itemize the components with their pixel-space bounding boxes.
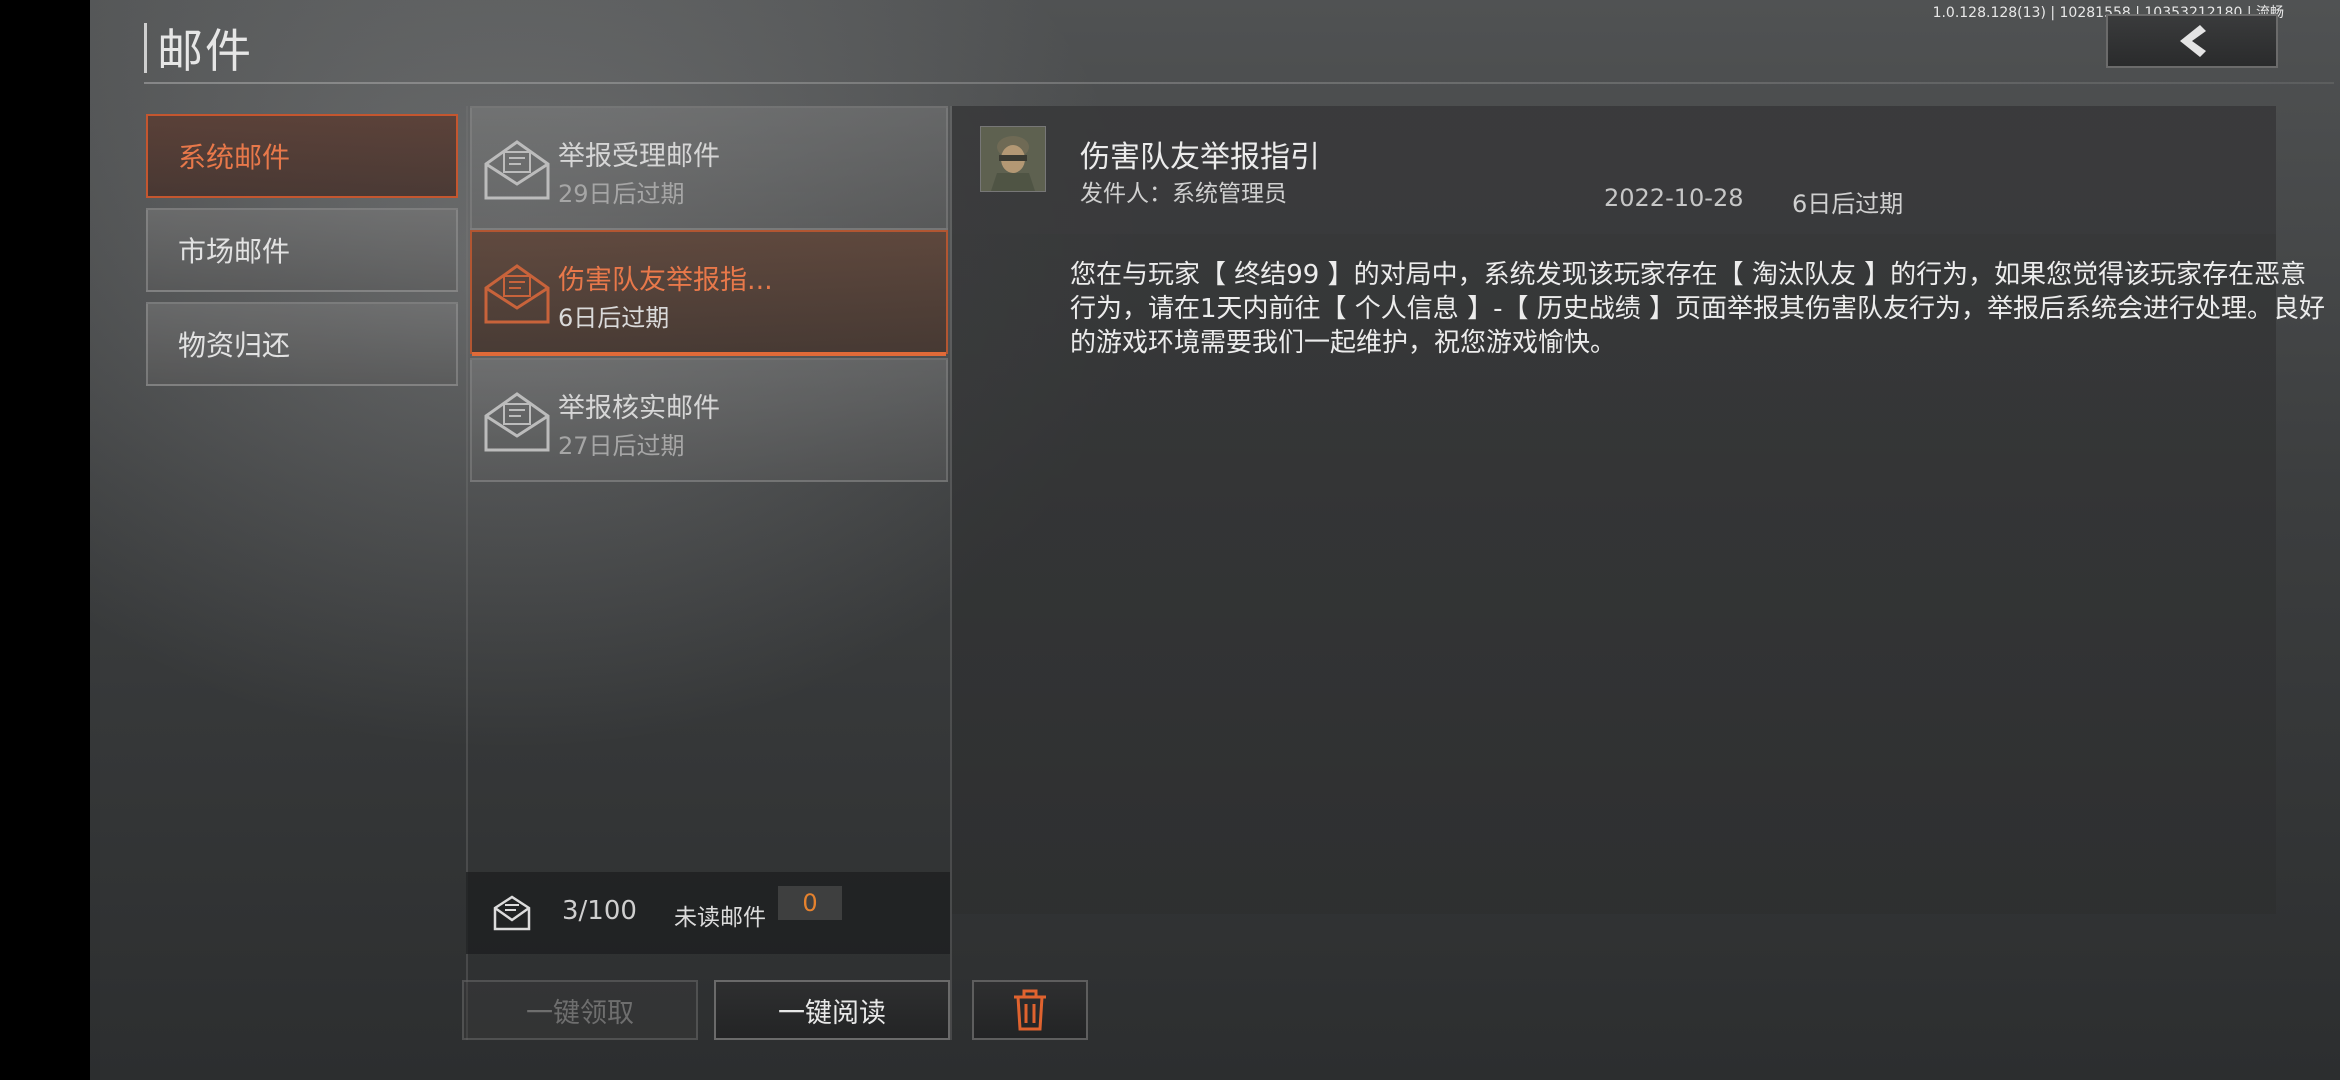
mail-date: 2022-10-28: [1604, 184, 1744, 212]
mail-expiry: 27日后过期: [558, 432, 685, 460]
soldier-portrait: [981, 127, 1045, 191]
unread-label: 未读邮件: [674, 905, 766, 931]
read-all-button[interactable]: 一键阅读: [714, 980, 950, 1040]
page-header: 邮件: [144, 22, 253, 78]
page-title: 邮件: [157, 24, 253, 78]
claim-all-button[interactable]: 一键领取: [462, 980, 698, 1040]
tab-label: 物资归还: [178, 329, 291, 362]
sender-avatar: [980, 126, 1046, 192]
tab-market-mail[interactable]: 市场邮件: [146, 208, 458, 292]
mail-item[interactable]: 举报受理邮件 29日后过期: [470, 106, 948, 230]
back-button[interactable]: [2106, 14, 2278, 68]
unread-count: 0: [778, 886, 842, 920]
tab-label: 市场邮件: [178, 235, 291, 268]
mail-expiry: 29日后过期: [558, 180, 685, 208]
mail-item[interactable]: 举报核实邮件 27日后过期: [470, 358, 948, 482]
tab-label: 系统邮件: [178, 141, 291, 174]
claim-all-label: 一键领取: [526, 997, 634, 1029]
left-black-bar: [0, 0, 90, 1080]
envelope-icon: [484, 140, 550, 200]
chevron-left-icon: [2180, 25, 2206, 57]
trash-icon: [1014, 989, 1046, 1031]
title-marker: [144, 23, 147, 73]
mail-body: 您在与玩家【 终结99 】的对局中，系统发现该玩家存在【 淘汰队友 】的行为，如…: [1070, 260, 2325, 358]
mail-title: 伤害队友举报指...: [558, 265, 773, 296]
mail-title: 举报核实邮件: [558, 393, 720, 424]
mail-item-selected[interactable]: 伤害队友举报指... 6日后过期: [470, 230, 948, 356]
delete-button[interactable]: [972, 980, 1088, 1040]
mail-detail-header: 伤害队友举报指引 发件人：系统管理员 2022-10-28 6日后过期: [952, 106, 2276, 234]
mail-detail-title: 伤害队友举报指引: [1080, 140, 1320, 175]
mail-sender: 发件人：系统管理员: [1080, 181, 1287, 207]
tab-supply-return[interactable]: 物资归还: [146, 302, 458, 386]
read-all-label: 一键阅读: [778, 997, 886, 1029]
mail-expiry: 6日后过期: [558, 304, 670, 332]
mail-screen: 1.0.128.128(13) | 10281558 | 10353212180…: [90, 0, 2340, 1080]
mail-detail: 伤害队友举报指引 发件人：系统管理员 2022-10-28 6日后过期 您在与玩…: [952, 106, 2325, 914]
envelope-icon: [484, 392, 550, 452]
mailbox-icon: [493, 895, 531, 931]
header-divider: [144, 82, 2334, 84]
envelope-icon: [484, 264, 550, 324]
mail-count: 3/100: [562, 896, 637, 926]
mail-detail-expiry: 6日后过期: [1792, 190, 1904, 218]
mail-title: 举报受理邮件: [558, 141, 720, 172]
tab-system-mail[interactable]: 系统邮件: [146, 114, 458, 198]
mailbox-stats: 3/100 未读邮件 0: [466, 872, 950, 954]
